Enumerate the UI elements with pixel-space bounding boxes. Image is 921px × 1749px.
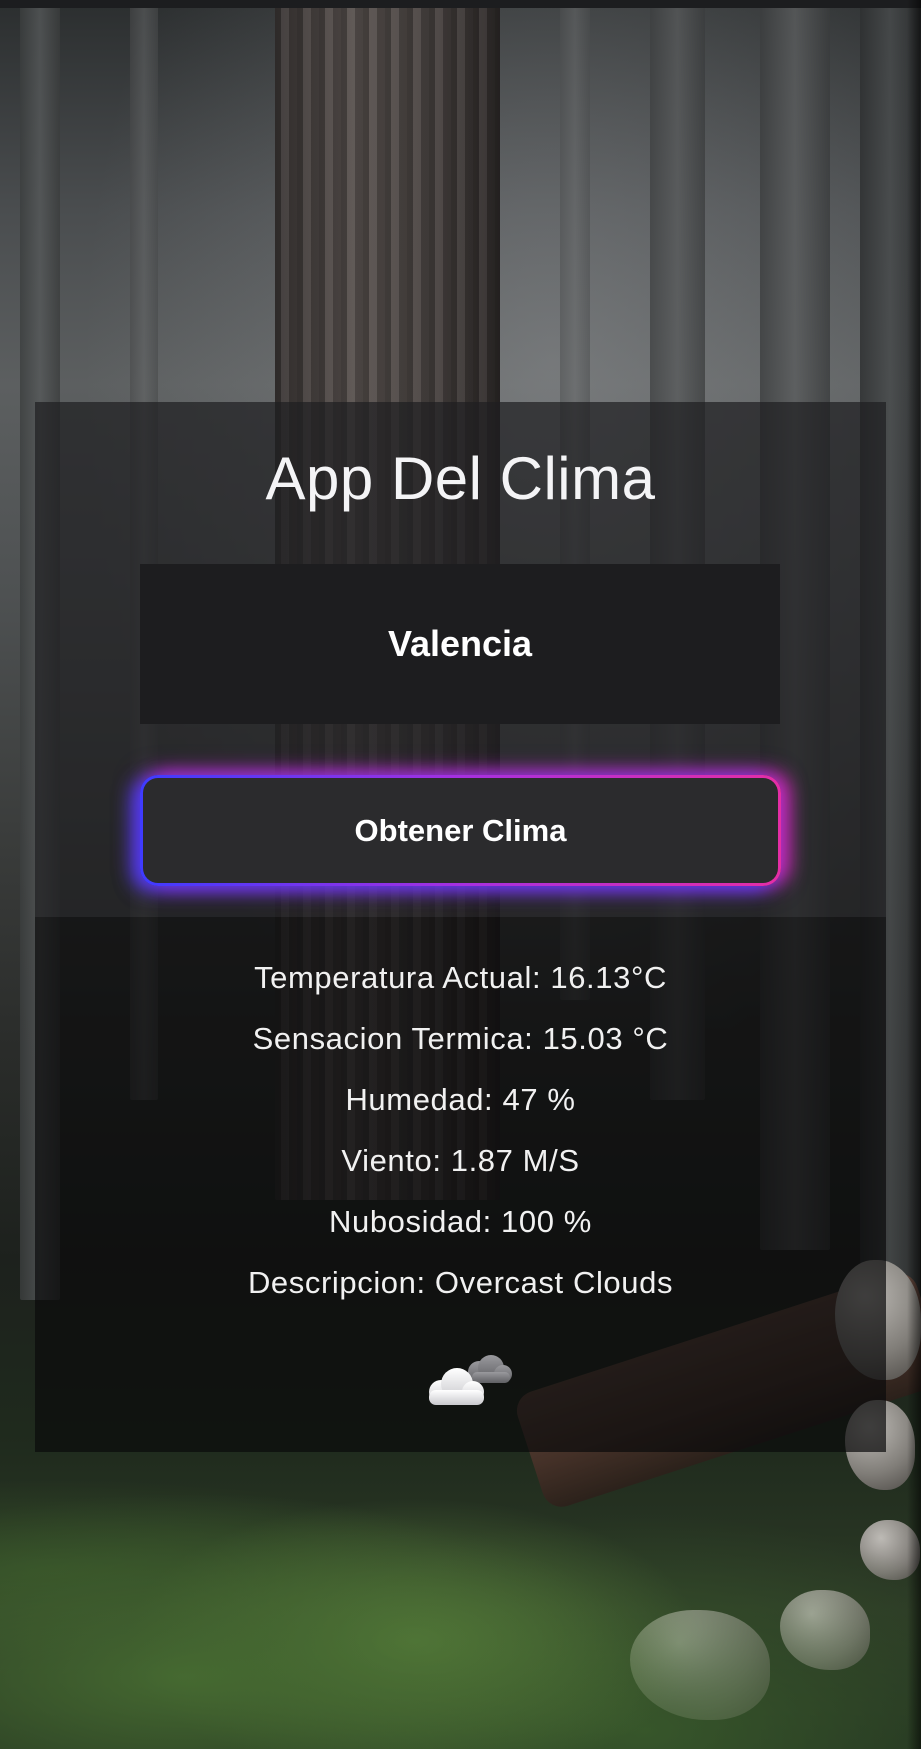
weather-card: App Del Clima Obtener Clima Temperatura … — [35, 402, 886, 1452]
top-bar — [0, 0, 921, 8]
humidity-text: Humedad: 47 % — [345, 1082, 576, 1117]
cloudiness-text: Nubosidad: 100 % — [329, 1204, 592, 1239]
get-weather-button-glow: Obtener Clima — [140, 775, 781, 886]
weather-stats: Temperatura Actual: 16.13°C Sensacion Te… — [35, 947, 886, 1313]
get-weather-button[interactable]: Obtener Clima — [143, 778, 778, 883]
app-title: App Del Clima — [265, 445, 656, 512]
temperature-text: Temperatura Actual: 16.13°C — [254, 960, 667, 995]
description-text: Descripcion: Overcast Clouds — [247, 1265, 674, 1300]
back-cloud — [468, 1355, 512, 1383]
overcast-clouds-icon — [429, 1355, 512, 1405]
city-input[interactable] — [140, 564, 780, 724]
feels-like-text: Sensacion Termica: 15.03 °C — [252, 1021, 669, 1056]
wind-text: Viento: 1.87 M/S — [341, 1143, 580, 1178]
screen-edge-shadow — [907, 0, 921, 1749]
